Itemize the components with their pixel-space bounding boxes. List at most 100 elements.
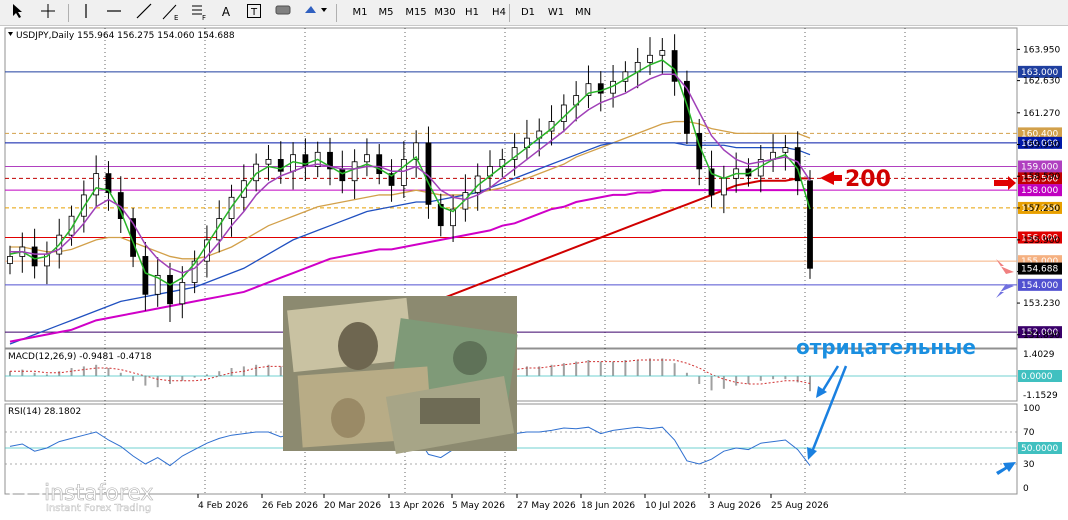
price-tick-label: 161.270 [1023, 109, 1060, 119]
timeframe-m30[interactable]: M30 [430, 3, 460, 22]
timeframe-h1[interactable]: H1 [460, 3, 484, 22]
level-label: 158.000 [1021, 186, 1058, 196]
candle-body [376, 154, 383, 175]
price-tick-label: 162.630 [1023, 77, 1060, 87]
candle-body [31, 246, 38, 267]
time-tick-label: 25 Aug 2026 [771, 501, 829, 511]
chart-svg[interactable]: 163.000160.400160.000159.000158.500158.0… [0, 26, 1068, 516]
price-tick-label: 151.890 [1023, 331, 1060, 341]
candle-body [265, 159, 272, 165]
current-price-label: 154.688 [1021, 265, 1058, 275]
timeframe-mn[interactable]: MN [571, 3, 595, 22]
time-tick-label: 26 Feb 2026 [262, 501, 318, 511]
timeframe-w1[interactable]: W1 [544, 3, 568, 22]
toolbar-separator [509, 4, 510, 22]
svg-text:F: F [202, 14, 206, 21]
cursor-icon[interactable] [8, 3, 28, 22]
price-tick-label: 163.950 [1023, 45, 1060, 55]
horizontal-line-icon[interactable] [104, 3, 124, 22]
arrow-right-icon [994, 176, 1016, 190]
macd-tick-label: 1.4029 [1023, 350, 1055, 360]
price-tick-label: 157.250 [1023, 204, 1060, 214]
candle-body [720, 177, 727, 196]
candle-body [659, 50, 666, 56]
macd-tick-label: -1.1529 [1023, 391, 1058, 401]
time-tick-label: 13 Apr 2026 [389, 501, 445, 511]
rsi-tick-label: 0 [1023, 484, 1029, 494]
toolbar: E F A T M1 M5 M15 M30 H1 H4 D1 W1 MN [0, 0, 1068, 26]
horizontal-levels[interactable]: 163.000160.400160.000159.000158.500158.0… [5, 65, 1062, 339]
svg-text:T: T [250, 7, 258, 18]
toolbar-separator [336, 4, 337, 22]
candle-body [782, 147, 789, 153]
time-tick-label: 27 May 2026 [517, 501, 576, 511]
rsi-tick-label: 70 [1023, 428, 1035, 438]
trendline-icon[interactable] [134, 3, 154, 22]
fibonacci-icon[interactable]: E [160, 3, 182, 22]
time-tick-label: 5 May 2026 [452, 501, 505, 511]
rsi-label: RSI(14) 28.1802 [8, 407, 81, 417]
price-tick-label: 153.230 [1023, 299, 1060, 309]
arrow-macd-shaft [820, 365, 840, 393]
candle-body [807, 180, 813, 269]
time-axis: 4 Feb 2026 26 Feb 2026 20 Mar 2026 13 Apr 2… [197, 494, 829, 511]
time-tick-label: 18 Jun 2026 [581, 501, 635, 511]
annotations: 200 отрицательные [796, 167, 1016, 475]
text-icon[interactable]: A [216, 3, 236, 22]
timeframe-m5[interactable]: M5 [374, 3, 398, 22]
crosshair-icon[interactable] [38, 3, 58, 22]
annotation-negative: отрицательные [796, 335, 976, 359]
macd-tick-label: 0.0000 [1021, 372, 1053, 382]
candle-body [142, 256, 149, 295]
vertical-line-icon[interactable] [76, 3, 96, 22]
price-tick-label: 159.930 [1023, 141, 1060, 151]
shapes-menu-icon[interactable] [302, 3, 330, 22]
timeframe-d1[interactable]: D1 [516, 3, 540, 22]
ma-purple-line [10, 73, 811, 274]
candle-body [167, 274, 173, 305]
rectangle-icon[interactable] [272, 3, 294, 22]
candle-body [364, 154, 370, 163]
rsi-tick-label: 100 [1023, 404, 1040, 414]
banknote-portrait [338, 322, 378, 370]
moving-averages [9, 59, 811, 286]
symbol-dropdown-icon [8, 32, 13, 36]
candle-body [647, 54, 653, 63]
timeframe-h4[interactable]: H4 [487, 3, 511, 22]
yen-banknotes-image [283, 296, 518, 454]
timeframe-m1[interactable]: M1 [348, 3, 372, 22]
symbol-info: USDJPY,Daily 155.964 156.275 154.060 154… [16, 31, 235, 41]
macd-label: MACD(12,26,9) -0.9481 -0.4718 [8, 352, 152, 362]
instaforex-watermark: instaforexInstant Forex Trading [9, 475, 154, 514]
candle-body [425, 142, 432, 205]
watermark-tagline: Instant Forex Trading [46, 503, 151, 514]
arrow-oversold-icon [996, 462, 1016, 475]
timeframe-m15[interactable]: M15 [401, 3, 431, 22]
candle-body [7, 256, 13, 264]
time-tick-label: 4 Feb 2026 [198, 501, 249, 511]
fibo-fan-icon[interactable]: F [188, 3, 210, 22]
candle-body [339, 168, 346, 182]
text-label-icon[interactable]: T [244, 3, 264, 22]
rsi-tick-label: 50.0000 [1021, 444, 1058, 454]
price-axis: 163.950 162.630 161.270 159.930 158.590 157.2… [8, 31, 1062, 341]
time-tick-label: 20 Mar 2026 [324, 501, 381, 511]
annotation-200: 200 [845, 167, 891, 192]
rsi-tick-label: 30 [1023, 460, 1035, 470]
candle-body [351, 161, 358, 182]
price-tick-label: 158.590 [1023, 172, 1060, 182]
svg-text:E: E [174, 14, 178, 21]
arrow-up-right-icon [996, 284, 1014, 298]
banknote-portrait [331, 398, 365, 438]
level-label: 159.000 [1021, 163, 1058, 173]
time-tick-label: 10 Jul 2026 [645, 501, 696, 511]
candle-body [179, 282, 186, 305]
banknote-building [420, 398, 480, 424]
time-tick-label: 3 Aug 2026 [709, 501, 761, 511]
chart-area[interactable]: 163.000 160.400 160.000 159.000 158.500 158.0… [0, 26, 1068, 516]
instaforex-logo-cross [17, 483, 35, 501]
arrow-left-icon [820, 171, 842, 185]
toolbar-separator [68, 4, 69, 22]
candle-body [400, 159, 407, 186]
price-tick-label: 155.900 [1023, 236, 1060, 246]
